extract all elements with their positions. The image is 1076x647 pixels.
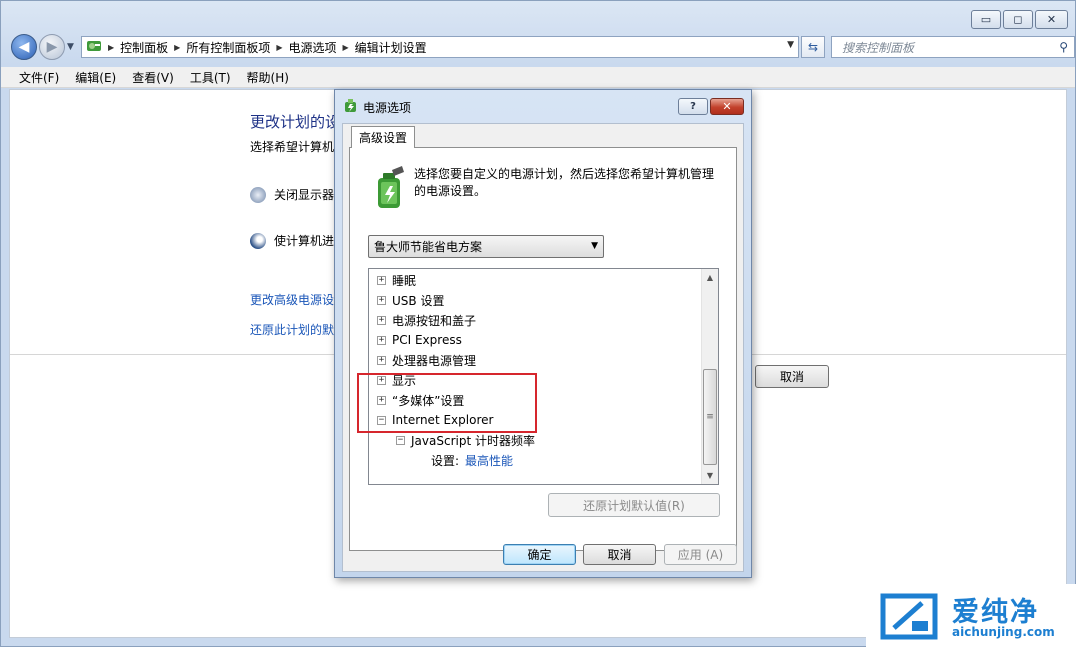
- power-options-icon: [343, 98, 359, 114]
- menu-bar: 文件(F) 编辑(E) 查看(V) 工具(T) 帮助(H): [1, 67, 1075, 88]
- address-dropdown-icon[interactable]: ▼: [787, 40, 794, 50]
- highlight-box: [357, 373, 537, 433]
- caption-buttons: ▭ ◻ ✕: [971, 10, 1068, 29]
- power-plan-select[interactable]: 鲁大师节能省电方案 ▼: [368, 235, 604, 258]
- close-button[interactable]: ✕: [1035, 10, 1068, 29]
- minimize-button[interactable]: ▭: [971, 10, 1001, 29]
- setting-value-link[interactable]: 最高性能: [465, 452, 513, 469]
- clock-icon: [250, 186, 266, 203]
- tree-item-label: JavaScript 计时器频率: [411, 433, 535, 448]
- restore-defaults-link[interactable]: 还原此计划的默认: [250, 321, 346, 338]
- menu-tools[interactable]: 工具(T): [182, 69, 239, 86]
- tree-item-sleep[interactable]: + 睡眠: [377, 270, 416, 290]
- tree-item-label: PCI Express: [392, 333, 462, 347]
- recent-pages-dropdown-icon[interactable]: ▼: [67, 42, 74, 52]
- breadcrumb-edit-plan[interactable]: 编辑计划设置: [355, 39, 427, 56]
- refresh-icon: ⇆: [807, 40, 819, 54]
- breadcrumb-arrow-icon[interactable]: ▶: [343, 43, 349, 52]
- breadcrumb-arrow-icon[interactable]: ▶: [276, 43, 282, 52]
- address-bar[interactable]: ▶ 控制面板 ▶ 所有控制面板项 ▶ 电源选项 ▶ 编辑计划设置 ▼: [81, 36, 799, 58]
- navigation-bar: ◀ ▶ ▼ ▶ 控制面板 ▶ 所有控制面板项 ▶ 电源选项 ▶ 编辑计划设置 ▼ ⇆ …: [9, 34, 1075, 60]
- expand-icon[interactable]: +: [377, 355, 386, 365]
- power-options-dialog: 电源选项 ? ✕ 高级设置 选择您要自定义的电源计划，然后选择您希望计算机管理的…: [334, 89, 752, 578]
- refresh-button[interactable]: ⇆: [801, 36, 825, 58]
- expand-icon[interactable]: +: [377, 275, 386, 285]
- watermark-url: aichunjing.com: [952, 625, 1055, 639]
- menu-file[interactable]: 文件(F): [11, 69, 67, 86]
- tree-item-power-buttons[interactable]: + 电源按钮和盖子: [377, 310, 476, 330]
- watermark-logo-icon: [880, 593, 938, 640]
- breadcrumb-arrow-icon[interactable]: ▶: [174, 43, 180, 52]
- scroll-up-icon[interactable]: ▲: [702, 269, 718, 286]
- tree-item-usb[interactable]: + USB 设置: [377, 290, 444, 310]
- advanced-settings-panel: 选择您要自定义的电源计划，然后选择您希望计算机管理的电源设置。 鲁大师节能省电方…: [349, 147, 737, 551]
- page-cancel-button[interactable]: 取消: [755, 365, 829, 388]
- search-icon[interactable]: ⚲: [1059, 40, 1068, 54]
- tab-advanced-settings[interactable]: 高级设置: [351, 126, 415, 148]
- scroll-thumb[interactable]: ≡: [703, 369, 717, 465]
- collapse-icon[interactable]: −: [396, 435, 405, 445]
- tree-item-js-timer-frequency[interactable]: − JavaScript 计时器频率: [396, 430, 535, 450]
- tree-item-processor[interactable]: + 处理器电源管理: [377, 350, 476, 370]
- dialog-intro-text: 选择您要自定义的电源计划，然后选择您希望计算机管理的电源设置。: [414, 167, 715, 198]
- menu-view[interactable]: 查看(V): [124, 69, 182, 86]
- breadcrumb-arrow-icon[interactable]: ▶: [108, 43, 114, 52]
- dialog-cancel-button[interactable]: 取消: [583, 544, 656, 565]
- help-button[interactable]: ?: [678, 98, 708, 115]
- forward-button[interactable]: ▶: [39, 34, 65, 60]
- tree-item-setting: 设置: 最高性能: [431, 450, 513, 470]
- page-subtitle: 选择希望计算机使: [250, 140, 347, 154]
- battery-plug-icon: [372, 166, 406, 210]
- tree-scrollbar[interactable]: ▲ ≡ ▼: [701, 269, 718, 484]
- watermark: 爱纯净 aichunjing.com: [866, 584, 1076, 647]
- display-off-label: 关闭显示器:: [274, 188, 339, 202]
- breadcrumb-power-options[interactable]: 电源选项 ▶: [289, 39, 349, 56]
- tree-item-label: USB 设置: [392, 293, 445, 308]
- change-advanced-settings-link[interactable]: 更改高级电源设: [250, 291, 334, 308]
- back-button[interactable]: ◀: [11, 34, 37, 60]
- ok-button[interactable]: 确定: [503, 544, 576, 565]
- restore-plan-defaults-button[interactable]: 还原计划默认值(R): [548, 493, 720, 517]
- menu-help[interactable]: 帮助(H): [239, 69, 297, 86]
- watermark-name: 爱纯净: [952, 597, 1039, 628]
- scroll-down-icon[interactable]: ▼: [702, 467, 718, 484]
- dialog-title: 电源选项: [363, 101, 412, 115]
- setting-label: 设置:: [431, 453, 460, 468]
- tree-item-label: 处理器电源管理: [392, 353, 477, 368]
- search-input[interactable]: 搜索控制面板 ⚲: [831, 36, 1075, 58]
- dialog-titlebar[interactable]: 电源选项 ? ✕: [335, 90, 751, 120]
- menu-edit[interactable]: 编辑(E): [67, 69, 124, 86]
- maximize-button[interactable]: ◻: [1003, 10, 1033, 29]
- chevron-down-icon: ▼: [591, 241, 598, 251]
- expand-icon[interactable]: +: [377, 315, 386, 325]
- tree-item-pci-express[interactable]: + PCI Express: [377, 330, 462, 350]
- control-panel-icon: [86, 38, 102, 57]
- breadcrumb-all-items[interactable]: 所有控制面板项 ▶: [186, 39, 282, 56]
- selected-plan-label: 鲁大师节能省电方案: [374, 240, 483, 254]
- tree-item-label: 电源按钮和盖子: [392, 313, 477, 328]
- moon-icon: [250, 232, 266, 249]
- breadcrumb-control-panel[interactable]: 控制面板 ▶: [120, 39, 180, 56]
- expand-icon[interactable]: +: [377, 295, 386, 305]
- dialog-close-button[interactable]: ✕: [710, 98, 744, 115]
- dialog-body: 高级设置 选择您要自定义的电源计划，然后选择您希望计算机管理的电源设置。 鲁大师…: [342, 123, 744, 572]
- search-placeholder: 搜索控制面板: [842, 40, 915, 55]
- apply-button[interactable]: 应用 (A): [664, 544, 737, 565]
- tree-item-label: 睡眠: [392, 273, 417, 288]
- display-off-setting: 关闭显示器:: [250, 186, 338, 203]
- page-title: 更改计划的设: [250, 113, 341, 131]
- sleep-setting: 使计算机进入: [250, 232, 346, 249]
- expand-icon[interactable]: +: [377, 335, 386, 345]
